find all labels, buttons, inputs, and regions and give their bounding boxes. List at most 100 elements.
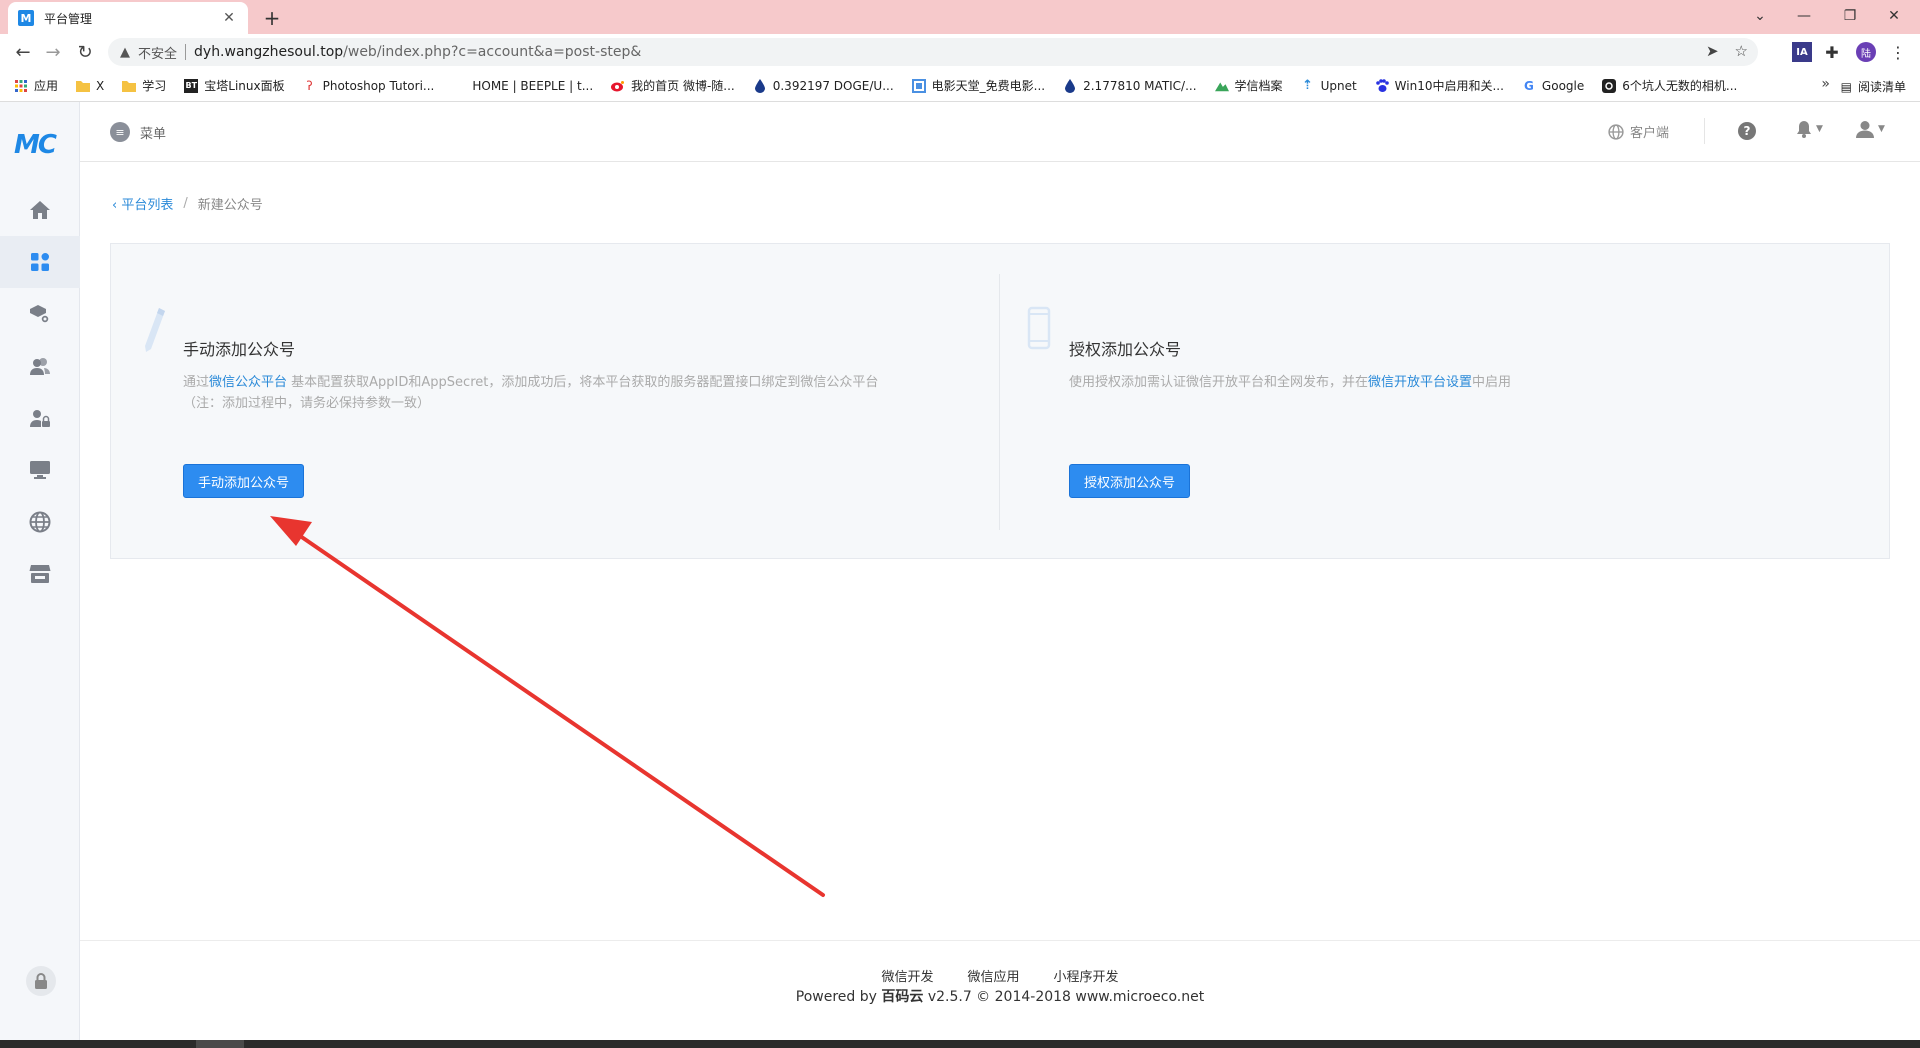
bookmark-label: 学习 — [142, 79, 167, 93]
sidebar-item-users[interactable] — [0, 340, 80, 392]
sidebar-item-platform[interactable] — [0, 236, 80, 288]
send-to-device-icon[interactable]: ➤ — [1706, 42, 1719, 60]
sidebar-item-store[interactable] — [0, 548, 80, 600]
bookmark-upnet[interactable]: ⇡ Upnet — [1301, 78, 1357, 93]
authorize-add-description: 使用授权添加需认证微信开放平台和全网发布，并在微信开放平台设置中启用 — [1069, 372, 1829, 393]
url-host: dyh.wangzhesoul.top — [194, 44, 344, 60]
bookmark-photoshop[interactable]: ʔ Photoshop Tutori... — [303, 79, 435, 93]
bell-icon — [1797, 121, 1811, 138]
monitor-icon — [30, 461, 50, 479]
footer-link-wechat-dev[interactable]: 微信开发 — [881, 966, 933, 985]
caret-down-icon: ▼ — [1816, 124, 1823, 134]
forward-arrow-icon[interactable]: → — [40, 40, 66, 64]
add-account-panel: 手动添加公众号 通过微信公众平台 基本配置获取AppID和AppSecret，添… — [110, 243, 1890, 559]
more-bookmarks-chevron-icon[interactable]: » — [1821, 76, 1830, 92]
manual-add-description: 通过微信公众平台 基本配置获取AppID和AppSecret，添加成功后，将本平… — [183, 372, 943, 414]
browser-tab-active[interactable]: M 平台管理 ✕ — [8, 2, 248, 34]
footer-link-miniprogram[interactable]: 小程序开发 — [1054, 966, 1119, 985]
bookmark-label: 宝塔Linux面板 — [204, 79, 285, 93]
bookmark-apps[interactable]: 应用 — [14, 77, 58, 94]
sidebar-item-system[interactable] — [0, 444, 80, 496]
security-status[interactable]: 不安全 — [138, 43, 177, 62]
close-tab-icon[interactable]: ✕ — [220, 10, 238, 26]
extensions-puzzle-icon[interactable]: ✚ — [1822, 42, 1842, 62]
client-link[interactable]: 客户端 — [1608, 122, 1669, 141]
bookmark-label: 2.177810 MATIC/... — [1083, 78, 1197, 93]
manual-add-button[interactable]: 手动添加公众号 — [183, 464, 305, 498]
sidebar-item-modules[interactable] — [0, 288, 80, 340]
breadcrumb-back-label: 平台列表 — [121, 198, 174, 213]
desc-text: 中启用 — [1472, 375, 1512, 390]
app-sidebar: MC — [0, 102, 80, 1040]
authorize-add-title: 授权添加公众号 — [1069, 340, 1182, 359]
authorize-add-button[interactable]: 授权添加公众号 — [1069, 464, 1191, 498]
breadcrumb-back-link[interactable]: ‹ 平台列表 — [112, 194, 173, 213]
bookmark-camera-article[interactable]: 6个坑人无数的相机... — [1602, 77, 1737, 94]
breadcrumb-separator: / — [183, 196, 188, 211]
desc-text: 使用授权添加需认证微信开放平台和全网发布，并在 — [1069, 375, 1369, 390]
tab-search-chevron-icon[interactable]: ⌄ — [1740, 4, 1780, 28]
reload-icon[interactable]: ↻ — [72, 40, 98, 64]
client-label: 客户端 — [1630, 126, 1670, 141]
ia-extension-icon[interactable]: IA — [1792, 42, 1812, 62]
desc-text: 基本配置获取AppID和AppSecret，添加成功后，将本平台获取的服务器配置… — [287, 375, 879, 390]
bookmark-beeple[interactable]: HOME | BEEPLE | t... — [452, 79, 593, 93]
desc-note: （注：添加过程中，请务必保持参数一致） — [183, 396, 431, 411]
bookmark-label: 学信档案 — [1234, 79, 1283, 93]
users-icon — [30, 358, 50, 375]
bookmark-doge[interactable]: 0.392197 DOGE/U... — [753, 78, 894, 93]
home-icon — [30, 201, 50, 219]
globe-icon — [1608, 123, 1624, 140]
sidebar-item-permissions[interactable] — [0, 392, 80, 444]
bookmark-movie[interactable]: 电影天堂_免费电影... — [911, 77, 1046, 94]
minimize-window-button[interactable]: — — [1784, 4, 1824, 28]
back-arrow-icon[interactable]: ← — [10, 40, 36, 64]
manual-add-card: 手动添加公众号 通过微信公众平台 基本配置获取AppID和AppSecret，添… — [111, 244, 991, 560]
address-bar[interactable]: ▲ 不安全 dyh.wangzhesoul.top /web/index.php… — [108, 38, 1758, 66]
open-platform-settings-link[interactable]: 微信开放平台设置 — [1368, 375, 1472, 390]
taskbar-item[interactable] — [196, 1040, 244, 1048]
bookmark-label: 应用 — [34, 79, 59, 93]
bookmark-label: 0.392197 DOGE/U... — [772, 78, 894, 93]
footer-link-wechat-apps[interactable]: 微信应用 — [967, 966, 1019, 985]
bookmark-google[interactable]: G Google — [1522, 79, 1584, 93]
folder-icon — [76, 79, 91, 93]
bookmark-folder-x[interactable]: X — [76, 79, 104, 93]
profile-avatar[interactable]: 陆 — [1856, 42, 1876, 62]
sidebar-item-home[interactable] — [0, 184, 80, 236]
restore-window-button[interactable]: ❐ — [1830, 4, 1870, 28]
sidebar-item-site[interactable] — [0, 496, 80, 548]
lock-screen-button[interactable] — [26, 966, 56, 996]
bookmark-label: 我的首页 微博-随... — [631, 79, 735, 93]
bookmark-label: 电影天堂_免费电影... — [931, 79, 1046, 93]
wechat-mp-link[interactable]: 微信公众平台 — [209, 375, 287, 390]
close-window-button[interactable]: ✕ — [1874, 4, 1914, 28]
bookmark-matic[interactable]: 2.177810 MATIC/... — [1063, 78, 1197, 93]
reading-list-button[interactable]: ▤ 阅读清单 — [1841, 78, 1906, 95]
bookmark-win10[interactable]: Win10中启用和关... — [1375, 77, 1504, 94]
google-icon: G — [1523, 78, 1534, 93]
bookmark-label: Google — [1541, 78, 1585, 93]
user-lock-icon — [30, 410, 50, 427]
store-icon — [29, 565, 51, 583]
bookmark-weibo[interactable]: 我的首页 微博-随... — [611, 77, 735, 94]
upnet-icon: ⇡ — [1302, 78, 1314, 93]
bookmark-chsi[interactable]: 学信档案 — [1214, 77, 1283, 94]
user-dropdown[interactable]: ▼ — [1856, 120, 1885, 138]
help-icon[interactable]: ? — [1738, 122, 1756, 140]
bookmark-star-icon[interactable]: ☆ — [1735, 42, 1748, 60]
notifications-dropdown[interactable]: ▼ — [1796, 120, 1823, 138]
apps-icon — [31, 253, 49, 271]
chevron-left-icon: ‹ — [112, 198, 118, 213]
authorize-add-card: 授权添加公众号 使用授权添加需认证微信开放平台和全网发布，并在微信开放平台设置中… — [999, 244, 1879, 560]
new-tab-button[interactable]: + — [258, 4, 286, 32]
drop-icon — [1063, 78, 1077, 93]
warning-triangle-icon[interactable]: ▲ — [120, 45, 130, 60]
site-favicon-icon: M — [18, 10, 34, 26]
bookmark-bt-panel[interactable]: BT 宝塔Linux面板 — [184, 77, 285, 94]
browser-menu-icon[interactable]: ⋮ — [1888, 42, 1908, 62]
menu-toggle[interactable]: ≡ 菜单 — [110, 122, 166, 142]
caret-down-icon: ▼ — [1878, 124, 1885, 134]
app-logo[interactable]: MC — [14, 130, 57, 160]
bookmark-folder-study[interactable]: 学习 — [122, 77, 166, 94]
